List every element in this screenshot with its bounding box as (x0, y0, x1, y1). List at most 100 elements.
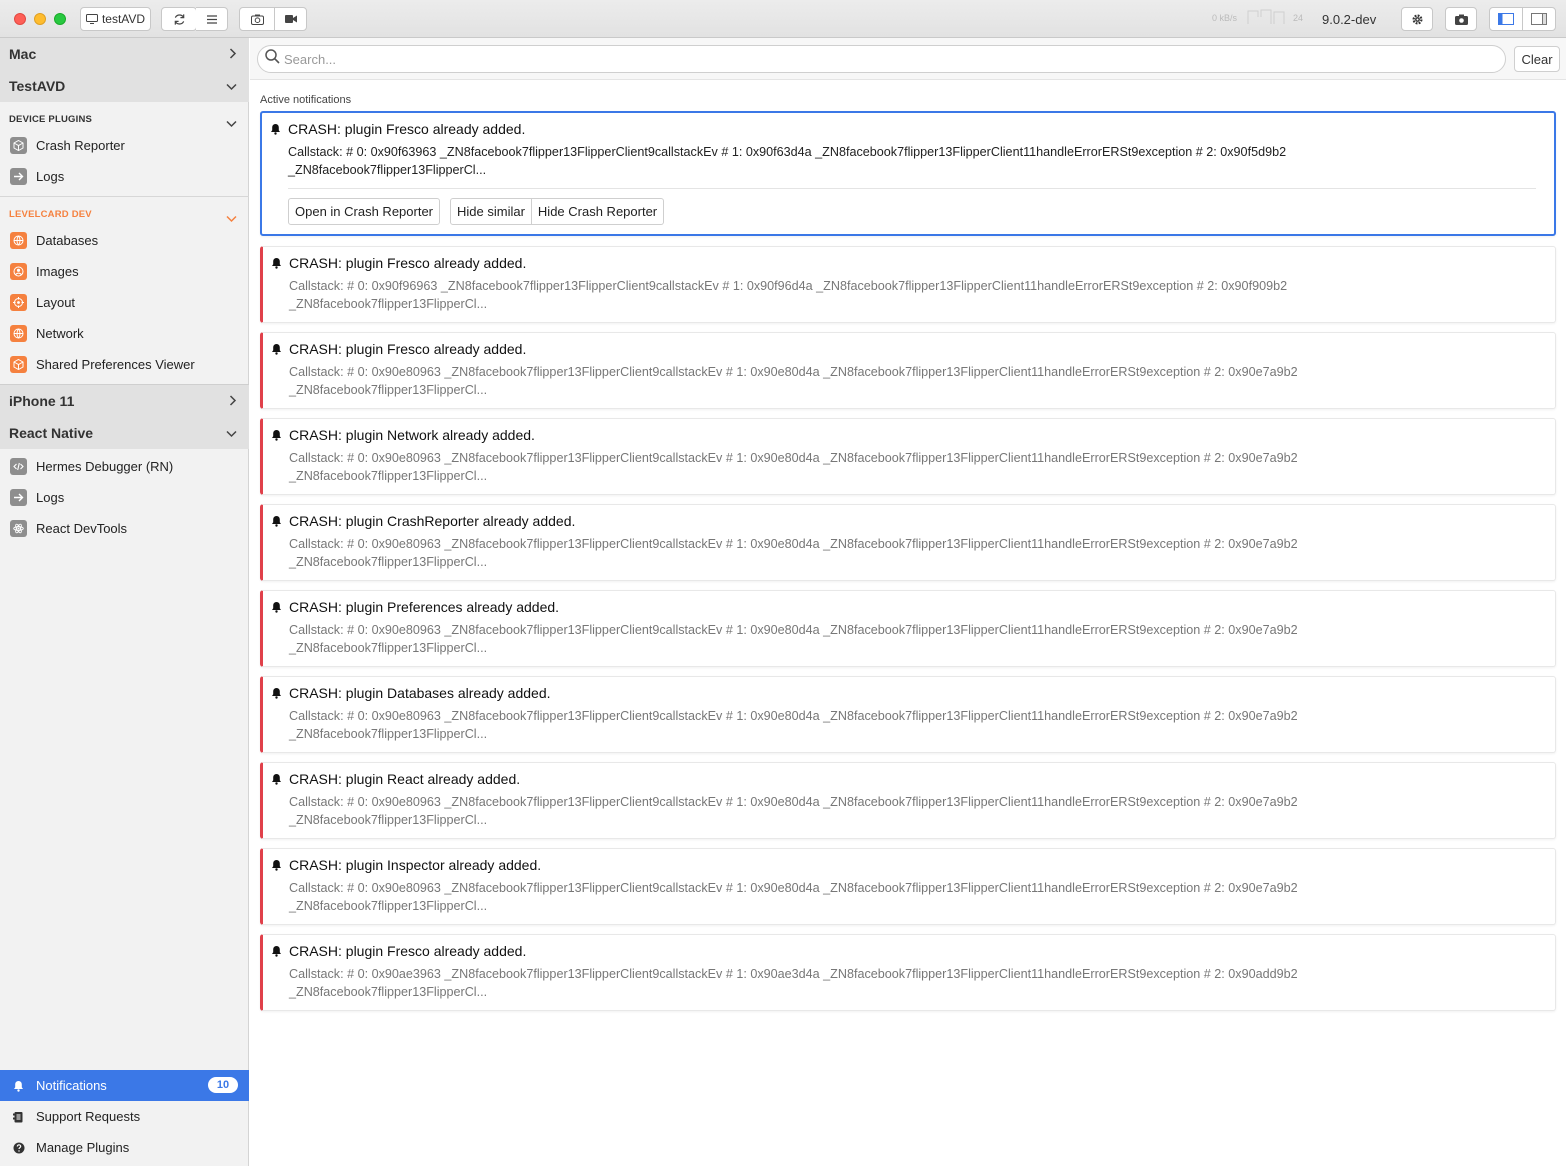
menu-button[interactable] (196, 7, 228, 31)
zoom-window-button[interactable] (54, 13, 66, 25)
notification-message: Callstack: # 0: 0x90e80963 _ZN8facebook7… (289, 363, 1389, 399)
notification-message: Callstack: # 0: 0x90e80963 _ZN8facebook7… (289, 879, 1389, 915)
arrow-right-icon (10, 489, 27, 506)
sidebar-item-logs[interactable]: Logs (0, 161, 249, 192)
search-field[interactable] (257, 45, 1506, 73)
bell-icon (271, 428, 282, 446)
app-section-label: LEVELCARD DEV (9, 209, 92, 220)
device-header-iphone[interactable]: iPhone 11 (0, 385, 249, 417)
sidebar-item-notifications[interactable]: Notifications 10 (0, 1070, 249, 1101)
notification-card[interactable]: CRASH: plugin React already added. Callst… (260, 762, 1556, 839)
notification-card[interactable]: CRASH: plugin CrashReporter already adde… (260, 504, 1556, 581)
device-header-react-native[interactable]: React Native (0, 417, 249, 449)
active-notifications-label: Active notifications (260, 94, 352, 106)
device-selector-button[interactable]: testAVD (80, 7, 151, 31)
device-header-testavd[interactable]: TestAVD (0, 70, 249, 102)
toggle-left-sidebar-button[interactable] (1489, 7, 1523, 31)
notification-card[interactable]: CRASH: plugin Preferences already added.… (260, 590, 1556, 667)
sidebar-item-label: Logs (36, 169, 65, 184)
notification-card[interactable]: CRASH: plugin Databases already added. Ca… (260, 676, 1556, 753)
notification-count-badge: 10 (208, 1077, 238, 1093)
sidebar-item-react-devtools[interactable]: React DevTools (0, 513, 249, 544)
notification-card[interactable]: CRASH: plugin Inspector already added. Ca… (260, 848, 1556, 925)
bell-icon (271, 858, 282, 876)
sidebar-item-manage-plugins[interactable]: Manage Plugins (0, 1132, 249, 1163)
sidebar-item-crash-reporter[interactable]: Crash Reporter (0, 130, 249, 161)
settings-button[interactable] (1401, 7, 1433, 31)
clear-button[interactable]: Clear (1514, 46, 1560, 72)
question-circle-icon (10, 1139, 27, 1156)
notification-message-line: Callstack: # 0: 0x90e80963 _ZN8facebook7… (289, 795, 1298, 809)
notification-card[interactable]: CRASH: plugin Fresco already added. Calls… (260, 934, 1556, 1011)
device-name: Mac (9, 46, 37, 62)
notification-message-line: _ZN8facebook7flipper13FlipperCl... (289, 383, 488, 397)
bell-icon (271, 600, 282, 618)
notification-title: CRASH: plugin Fresco already added. (288, 121, 526, 137)
sidebar-item-label: Manage Plugins (36, 1140, 130, 1155)
bell-icon (271, 514, 282, 532)
sidebar-item-rn-logs[interactable]: Logs (0, 482, 249, 513)
sidebar-item-label: Images (36, 264, 79, 279)
close-window-button[interactable] (14, 13, 26, 25)
globe-icon (10, 325, 27, 342)
sidebar-item-hermes-debugger[interactable]: Hermes Debugger (RN) (0, 451, 249, 482)
notification-message-line: Callstack: # 0: 0x90e80963 _ZN8facebook7… (289, 881, 1298, 895)
search-icon (265, 49, 280, 69)
device-name: React Native (9, 425, 94, 441)
screenshot-button[interactable] (239, 7, 275, 31)
notification-title: CRASH: plugin Databases already added. (289, 685, 551, 701)
notifications-panel: Clear Active notifications CRASH: plugin… (250, 38, 1566, 1166)
arrow-right-icon (10, 168, 27, 185)
notification-title: CRASH: plugin React already added. (289, 771, 521, 787)
notification-card[interactable]: CRASH: plugin Fresco already added. Calls… (260, 332, 1556, 409)
toggle-right-sidebar-button[interactable] (1522, 7, 1556, 31)
notification-message: Callstack: # 0: 0x90f63963 _ZN8facebook7… (288, 143, 1388, 179)
sidebar-item-images[interactable]: Images (0, 256, 249, 287)
code-icon (10, 458, 27, 475)
bell-icon (271, 772, 282, 790)
notification-message: Callstack: # 0: 0x90f96963 _ZN8facebook7… (289, 277, 1389, 313)
bell-icon (10, 1077, 27, 1094)
sidebar-item-network[interactable]: Network (0, 318, 249, 349)
notification-message-line: _ZN8facebook7flipper13FlipperCl... (288, 163, 487, 177)
sidebar-item-databases[interactable]: Databases (0, 225, 249, 256)
network-graph (1247, 9, 1285, 24)
notification-card[interactable]: CRASH: plugin Fresco already added. Calls… (260, 246, 1556, 323)
refresh-button[interactable] (161, 7, 197, 31)
sidebar-item-shared-preferences[interactable]: Shared Preferences Viewer (0, 349, 249, 380)
hide-similar-button[interactable]: Hide similar (450, 198, 532, 225)
search-input[interactable] (284, 51, 1484, 67)
notification-message-line: _ZN8facebook7flipper13FlipperCl... (289, 985, 488, 999)
hide-crash-reporter-button[interactable]: Hide Crash Reporter (531, 198, 665, 225)
sidebar-item-layout[interactable]: Layout (0, 287, 249, 318)
notification-message-line: _ZN8facebook7flipper13FlipperCl... (289, 641, 488, 655)
search-bar: Clear (250, 38, 1566, 80)
sidebar-item-label: Network (36, 326, 84, 341)
right-sidebar-icon (1531, 13, 1547, 25)
notification-message-line: _ZN8facebook7flipper13FlipperCl... (289, 297, 488, 311)
notification-message-line: Callstack: # 0: 0x90ae3963 _ZN8facebook7… (289, 967, 1298, 981)
atom-icon (10, 520, 27, 537)
notification-card[interactable]: CRASH: plugin Network already added. Call… (260, 418, 1556, 495)
notification-title: CRASH: plugin Fresco already added. (289, 943, 527, 959)
chevron-down-icon (226, 78, 237, 94)
bell-icon (271, 944, 282, 962)
sidebar-item-label: Shared Preferences Viewer (36, 357, 195, 372)
rage-shake-button[interactable] (1445, 7, 1477, 31)
notification-card[interactable]: CRASH: plugin Fresco already added. Calls… (260, 111, 1556, 236)
record-video-button[interactable] (274, 7, 307, 31)
notification-message-line: Callstack: # 0: 0x90e80963 _ZN8facebook7… (289, 537, 1298, 551)
cube-icon (10, 137, 27, 154)
notification-message-line: Callstack: # 0: 0x90e80963 _ZN8facebook7… (289, 365, 1298, 379)
device-plugins-section-label: DEVICE PLUGINS (9, 114, 93, 125)
gear-icon (1411, 13, 1424, 26)
refresh-icon (173, 13, 186, 26)
sidebar-item-support-requests[interactable]: Support Requests (0, 1101, 249, 1132)
device-header-mac[interactable]: Mac (0, 38, 249, 70)
notification-message-line: Callstack: # 0: 0x90f96963 _ZN8facebook7… (289, 279, 1288, 293)
minimize-window-button[interactable] (34, 13, 46, 25)
divider (288, 188, 1536, 189)
open-in-crash-reporter-button[interactable]: Open in Crash Reporter (288, 198, 441, 225)
chevron-right-icon (229, 393, 237, 409)
notification-title: CRASH: plugin Fresco already added. (289, 341, 527, 357)
